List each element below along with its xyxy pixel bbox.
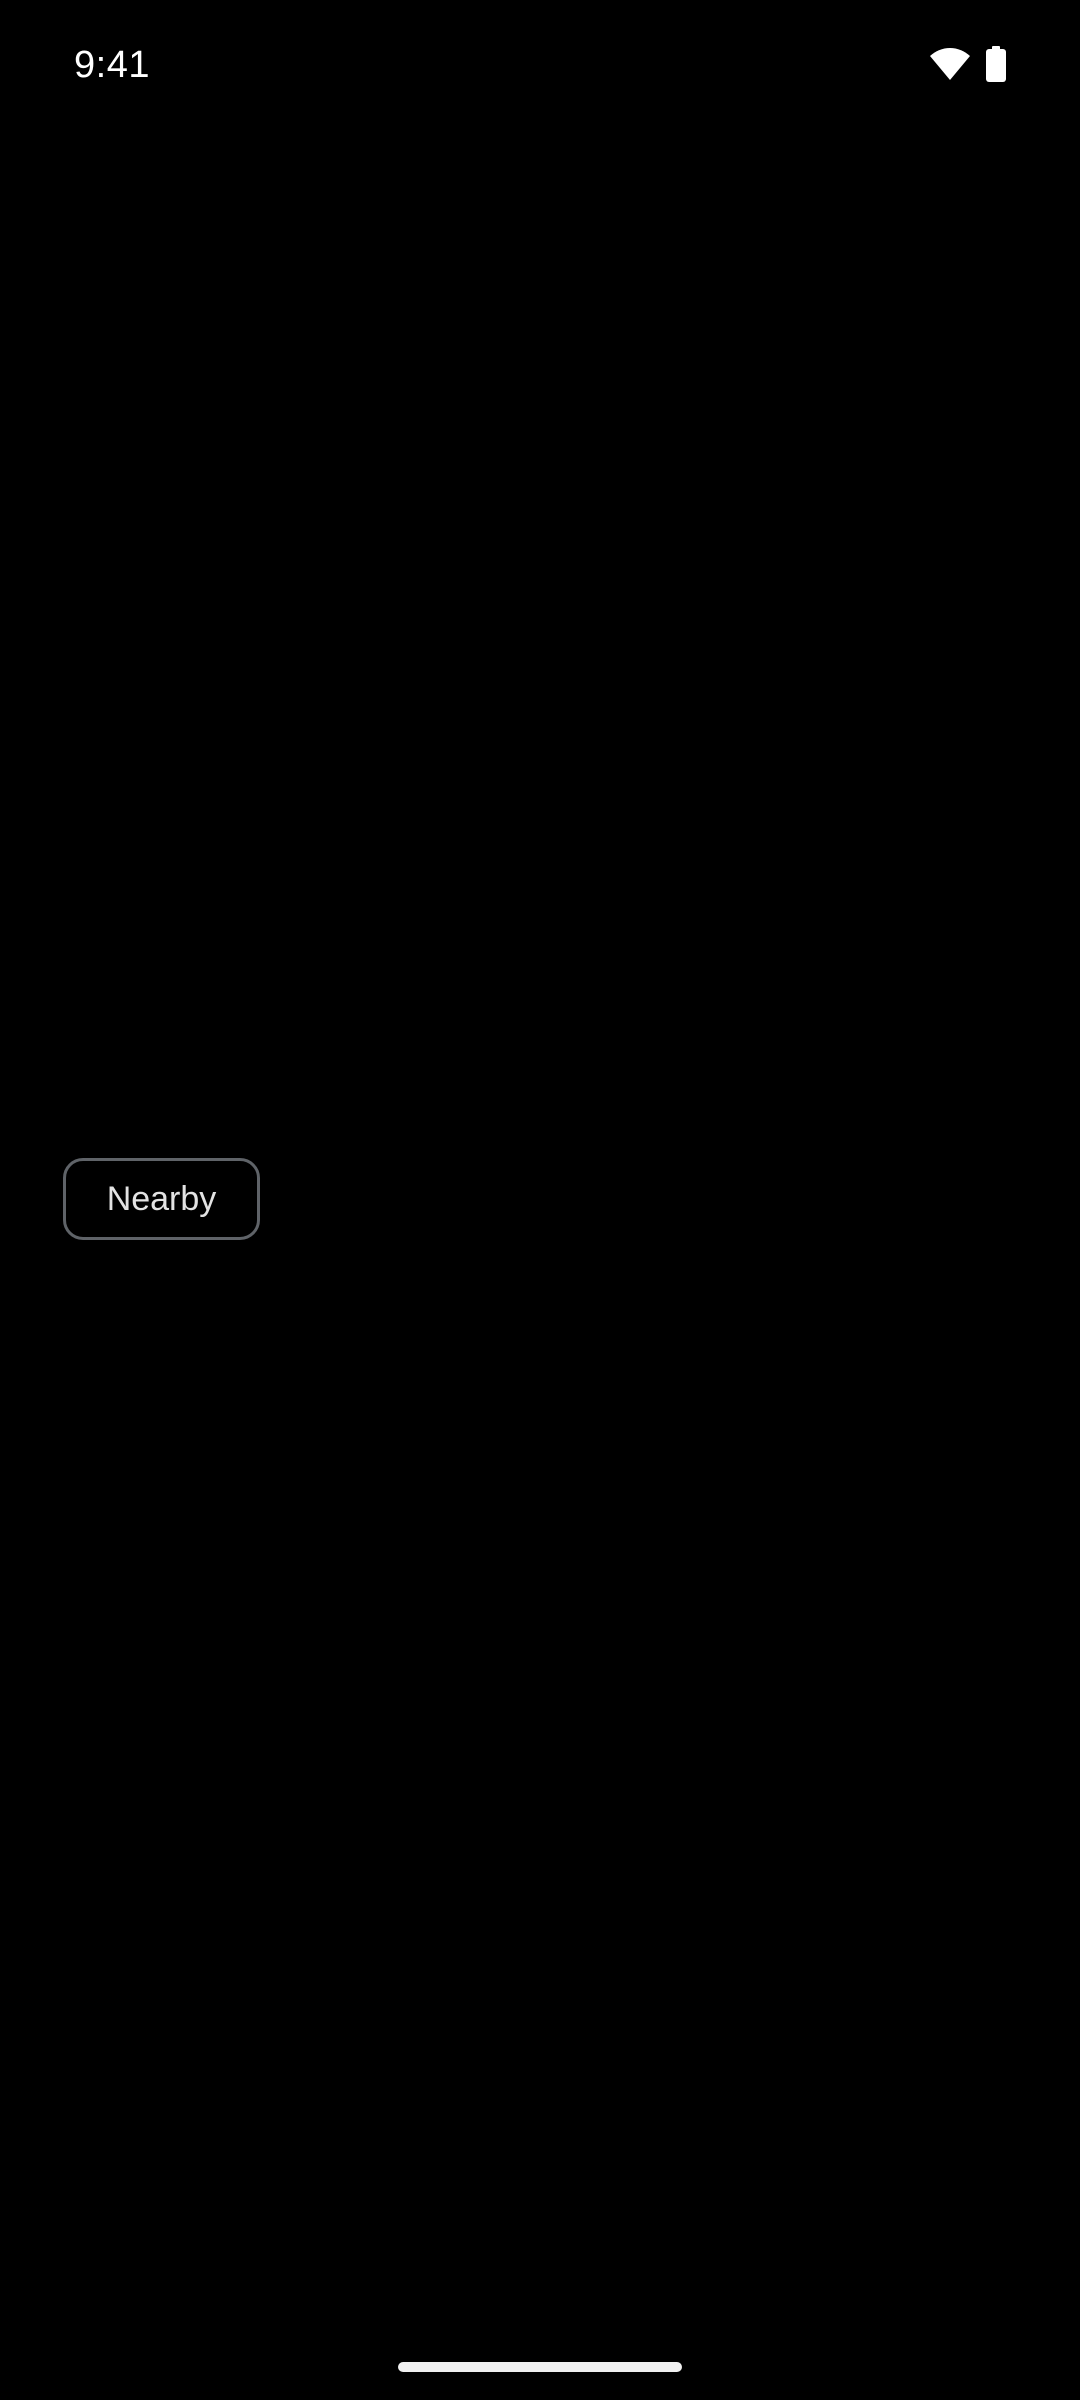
home-indicator-bar[interactable] xyxy=(398,2362,682,2372)
status-icons xyxy=(930,46,1006,82)
nearby-chip-button[interactable]: Nearby xyxy=(63,1158,260,1240)
status-time: 9:41 xyxy=(74,44,150,86)
wifi-icon xyxy=(930,47,970,81)
battery-icon xyxy=(986,46,1006,82)
status-bar: 9:41 xyxy=(0,0,1080,130)
